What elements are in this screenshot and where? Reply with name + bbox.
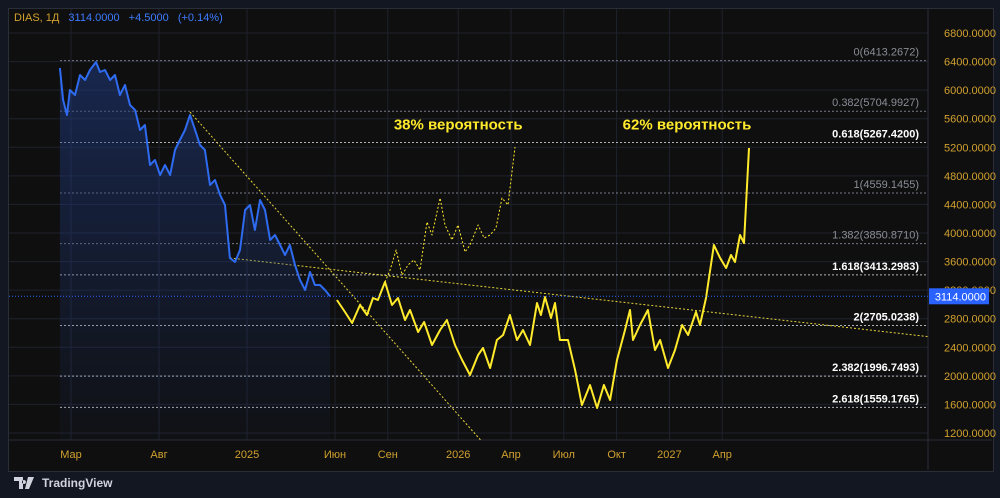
last-price: 3114.0000	[68, 12, 120, 24]
y-tick-label: 5200.0000	[944, 142, 996, 154]
symbol-legend: DIAS, 1Д 3114.0000 +4.5000 (+0.14%)	[14, 12, 229, 24]
x-tick-label: 2025	[235, 449, 259, 461]
y-tick-label: 2800.0000	[944, 314, 996, 326]
x-tick-label: Авг	[150, 449, 167, 461]
x-tick-label: Июл	[553, 449, 575, 461]
y-tick-label: 4400.0000	[944, 199, 996, 211]
probability-annotation: 62% вероятность	[623, 116, 752, 133]
x-tick-label: 2027	[657, 449, 681, 461]
y-tick-label: 1200.0000	[944, 428, 996, 440]
y-tick-label: 4000.0000	[944, 228, 996, 240]
x-tick-label: Мар	[60, 449, 82, 461]
y-tick-label: 6400.0000	[944, 57, 996, 69]
brand-name: TradingView	[42, 476, 113, 490]
fib-level-label: 0.382(5704.9927)	[832, 97, 919, 109]
plot-area: 0(6413.2672) 0.382(5704.9927) 0.618(5267.4…	[58, 47, 928, 440]
fib-level-label: 0(6413.2672)	[854, 47, 919, 59]
x-tick-label: Апр	[712, 449, 731, 461]
y-tick-label: 5600.0000	[944, 114, 996, 126]
y-tick-label: 6800.0000	[944, 28, 996, 40]
fib-level-label: 1.382(3850.8710)	[832, 230, 919, 242]
x-tick-label: Июн	[324, 449, 346, 461]
y-tick-label: 3600.0000	[944, 257, 996, 269]
fib-level-label: 1(4559.1455)	[854, 179, 919, 191]
probability-annotation: 38% вероятность	[394, 116, 523, 133]
tradingview-logo-icon	[14, 477, 34, 489]
fib-level-label: 2.382(1996.7493)	[832, 362, 919, 374]
forecast-line-1	[336, 147, 750, 409]
x-tick-label: 2026	[446, 449, 470, 461]
price-change: +4.5000	[128, 12, 169, 24]
y-tick-label: 2400.0000	[944, 342, 996, 354]
y-tick-label: 6000.0000	[944, 85, 996, 97]
x-tick-label: Сен	[378, 449, 398, 461]
symbol-label[interactable]: DIAS, 1Д	[14, 12, 59, 24]
fib-level-label: 1.618(3413.2983)	[832, 261, 919, 273]
y-tick-label: 2000.0000	[944, 371, 996, 383]
fib-level-label: 2(2705.0238)	[854, 311, 920, 323]
fib-level-label: 2.618(1559.1765)	[832, 393, 919, 405]
tradingview-logo[interactable]: TradingView	[14, 476, 112, 490]
x-tick-label: Апр	[501, 449, 520, 461]
price-change-pct: (+0.14%)	[177, 12, 223, 24]
chart-canvas[interactable]: 6800.0000 6400.0000 6000.0000 5600.0000 5200…	[0, 0, 1000, 498]
y-tick-label: 1600.0000	[944, 399, 996, 411]
x-tick-label: Окт	[607, 449, 626, 461]
last-price-label: 3114.0000	[935, 291, 986, 303]
y-tick-label: 4800.0000	[944, 171, 996, 183]
fib-level-label: 0.618(5267.4200)	[832, 128, 919, 140]
